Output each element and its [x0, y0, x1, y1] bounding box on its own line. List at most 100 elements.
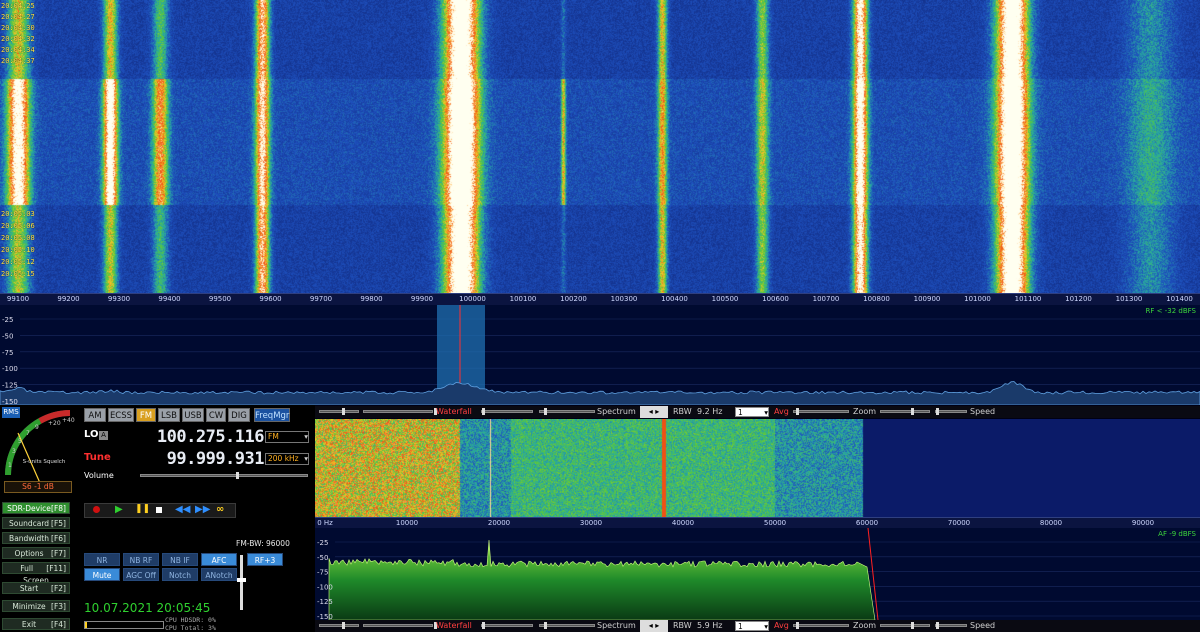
tune-frequency[interactable]: 99.999.931: [136, 449, 265, 469]
bandwidth-select[interactable]: 200 kHz ▾: [265, 453, 309, 465]
af-spectrum[interactable]: -25 -50 -75 -100 -125 -150 AF -9 dBFS: [315, 528, 1200, 620]
side-button-shortcut: [F4]: [51, 620, 66, 629]
side-button-label: Start: [19, 584, 39, 593]
mode-button-am[interactable]: AM: [84, 408, 106, 422]
cpu-bar-fill: [85, 622, 88, 628]
waterfall-contrast-slider[interactable]: [319, 408, 359, 415]
pause-icon[interactable]: ❚❚: [135, 504, 150, 514]
dsp-button-notch[interactable]: Notch: [162, 568, 198, 581]
af-frequency-axis[interactable]: 0 Hz 10000 20000 30000 40000 50000 60000 70000 8…: [315, 517, 1200, 528]
timestamp: 20:05:08: [1, 234, 35, 242]
fast-forward-icon[interactable]: ▶▶: [195, 504, 210, 515]
slider-handle[interactable]: [936, 408, 939, 415]
freq-manager-button[interactable]: FreqMgr: [254, 408, 290, 422]
mode-button-cw[interactable]: CW: [206, 408, 226, 422]
side-button-options[interactable]: [F7] Options: [2, 547, 70, 559]
waterfall-brightness-slider-2[interactable]: [363, 622, 437, 629]
af-gain-slider[interactable]: [240, 555, 243, 610]
frequency-tick-label: 99900: [410, 295, 434, 303]
af-waterfall[interactable]: [315, 419, 1200, 521]
avg-select[interactable]: 1 ▾: [735, 407, 769, 417]
slider-handle[interactable]: [544, 622, 547, 629]
slider-handle[interactable]: [911, 622, 914, 629]
spectrum-range-slider[interactable]: [539, 408, 595, 415]
zoom-slider-2[interactable]: [880, 622, 930, 629]
db-tick-label: -75: [2, 349, 13, 357]
waterfall-brightness-slider[interactable]: [363, 408, 437, 415]
rbw-label: RBW: [673, 407, 692, 416]
record-icon[interactable]: [93, 506, 100, 513]
side-button-soundcard[interactable]: [F5] Soundcard: [2, 517, 70, 529]
side-button-shortcut: [F7]: [51, 549, 66, 558]
waterfall-range-slider-2[interactable]: [481, 622, 533, 629]
lo-badge[interactable]: A: [99, 431, 108, 440]
side-button-exit[interactable]: [F4] Exit: [2, 618, 70, 630]
spectrum-range-slider-2[interactable]: [539, 622, 595, 629]
stop-icon[interactable]: [156, 507, 162, 513]
lo-frequency[interactable]: 100.275.116: [136, 427, 265, 447]
zoom-slider-left[interactable]: [793, 408, 849, 415]
side-button-shortcut: [F3]: [51, 602, 66, 611]
loop-icon[interactable]: ∞: [216, 504, 224, 515]
side-button-shortcut: [F2]: [51, 584, 66, 593]
dsp-button-anotch[interactable]: ANotch: [201, 568, 237, 581]
mode-button-dig[interactable]: DIG: [228, 408, 250, 422]
side-button-bandwidth[interactable]: [F6] Bandwidth: [2, 532, 70, 544]
cpu-hdsdr: CPU HDSDR: 0%: [165, 616, 216, 624]
speed-slider-2[interactable]: [935, 622, 967, 629]
slider-handle[interactable]: [796, 408, 799, 415]
speed-slider[interactable]: [935, 408, 967, 415]
slider-handle[interactable]: [482, 622, 485, 629]
side-button-shortcut: [F11]: [46, 564, 66, 573]
recorder-bar: ▶ ❚❚ ◀◀ ▶▶ ∞: [84, 503, 236, 518]
frequency-tick-label: 99300: [107, 295, 131, 303]
bandwidth-select-value: 200 kHz: [268, 454, 299, 463]
mode-button-fm[interactable]: FM: [136, 408, 156, 422]
zoom-label-2: Zoom: [853, 621, 877, 630]
slider-handle[interactable]: [796, 622, 799, 629]
frequency-tick-label: 99100: [6, 295, 30, 303]
dsp-button-nb-if[interactable]: NB IF: [162, 553, 198, 566]
mode-button-ecss[interactable]: ECSS: [108, 408, 134, 422]
slider-handle[interactable]: [342, 408, 345, 415]
slider-handle[interactable]: [911, 408, 914, 415]
lo-mode-select[interactable]: FM ▾: [265, 431, 309, 443]
slider-handle[interactable]: [936, 622, 939, 629]
slider-handle[interactable]: [482, 408, 485, 415]
mode-button-lsb[interactable]: LSB: [158, 408, 180, 422]
db-tick-label: -25: [317, 539, 328, 547]
slider-handle[interactable]: [544, 408, 547, 415]
af-frequency-tick-label: 70000: [947, 519, 971, 527]
waterfall-contrast-slider-2[interactable]: [319, 622, 359, 629]
dsp-button-nb-rf[interactable]: NB RF: [123, 553, 159, 566]
play-icon[interactable]: ▶: [115, 504, 123, 515]
side-button-sdr-device[interactable]: [F8] SDR-Device: [2, 502, 70, 514]
slider-handle[interactable]: [342, 622, 345, 629]
rewind-icon[interactable]: ◀◀: [175, 504, 190, 515]
dsp-button-afc[interactable]: AFC: [201, 553, 237, 566]
dsp-button-nr[interactable]: NR: [84, 553, 120, 566]
rms-button[interactable]: RMS: [2, 407, 20, 418]
rf-waterfall[interactable]: [0, 0, 1200, 293]
side-button-start[interactable]: [F2] Start: [2, 582, 70, 594]
s-meter-tick-20: +20: [48, 420, 61, 427]
timestamp: 20:05:12: [1, 258, 35, 266]
rf-spectrum[interactable]: -25 -50 -75 -100 -125 -150 RF < -32 dBFS: [0, 305, 1200, 405]
waterfall-timestamps: 20:04:25 20:04:27 20:04:30 20:04:32 20:04:34…: [0, 0, 35, 293]
waterfall-range-slider[interactable]: [481, 408, 533, 415]
rf-gain-button[interactable]: RF+3: [247, 553, 283, 566]
side-button-full-screen[interactable]: [F11] Full Screen: [2, 562, 70, 585]
dsp-button-mute[interactable]: Mute: [84, 568, 120, 581]
volume-slider[interactable]: [140, 472, 308, 479]
af-gain-slider-handle[interactable]: [237, 578, 246, 582]
zoom-slider-left-2[interactable]: [793, 622, 849, 629]
timestamp: 20:05:10: [1, 246, 35, 254]
dsp-button-agc-off[interactable]: AGC Off: [123, 568, 159, 581]
avg-select-2[interactable]: 1 ▾: [735, 621, 769, 631]
spectrum-scroll-arrows-2[interactable]: ◂ ▸: [640, 620, 668, 632]
spectrum-scroll-arrows[interactable]: ◂ ▸: [640, 406, 668, 418]
mode-button-usb[interactable]: USB: [182, 408, 204, 422]
volume-slider-handle[interactable]: [236, 472, 239, 479]
side-button-minimize[interactable]: [F3] Minimize: [2, 600, 70, 612]
zoom-slider[interactable]: [880, 408, 930, 415]
